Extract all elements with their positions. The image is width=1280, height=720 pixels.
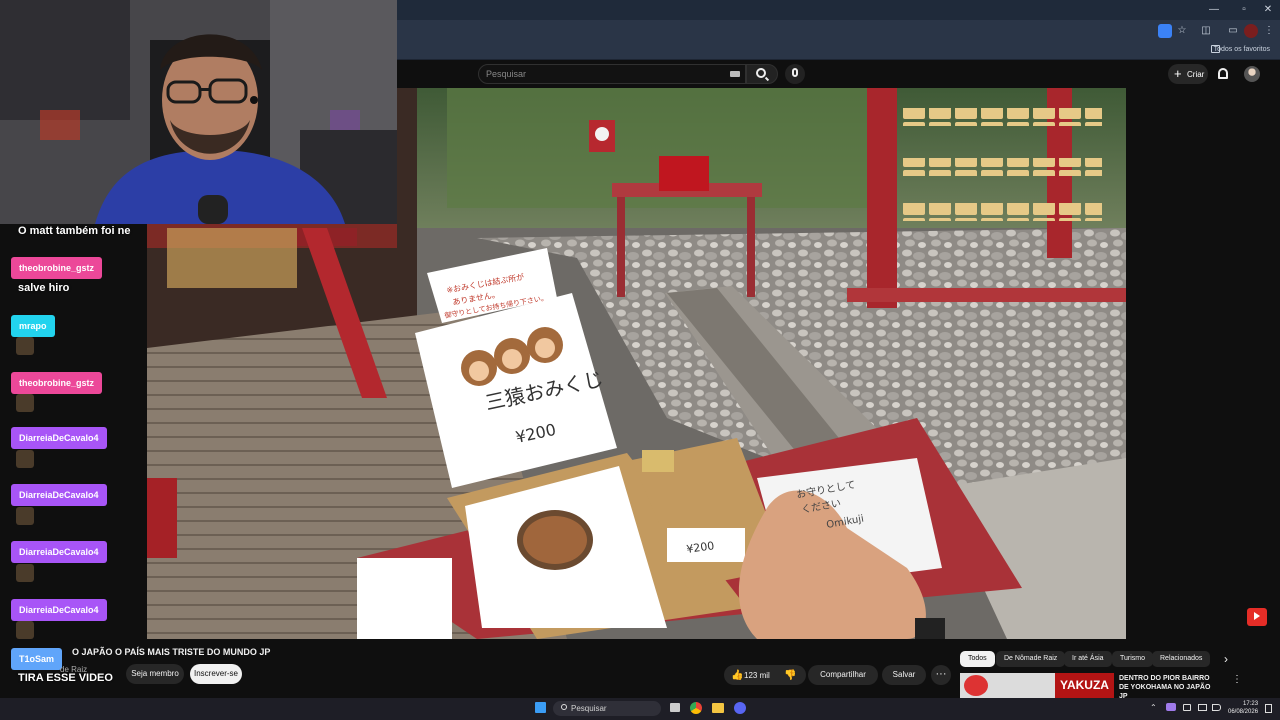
thumbnail-text: YAKUZA	[1055, 673, 1114, 698]
keyboard-icon[interactable]	[730, 71, 740, 77]
minimize-icon[interactable]: —	[1204, 3, 1224, 17]
tray-app2-icon[interactable]	[1183, 704, 1191, 711]
tray-app-icon[interactable]	[1166, 703, 1176, 711]
play-icon	[1254, 612, 1260, 620]
taskbar-search-placeholder: Pesquisar	[571, 704, 607, 713]
task-view-icon[interactable]	[670, 703, 680, 712]
kebab-menu-icon[interactable]: ⋮	[1232, 674, 1242, 685]
avatar[interactable]	[1244, 66, 1260, 82]
video-title: O JAPÃO O PAÍS MAIS TRISTE DO MUNDO JP	[72, 647, 271, 657]
tray-chevron-icon[interactable]: ⌃	[1150, 703, 1157, 712]
profile-icon[interactable]	[1244, 24, 1258, 38]
all-bookmarks-link[interactable]: Todos os favoritos	[1214, 46, 1270, 53]
clock-date: 06/08/2026	[1228, 709, 1259, 715]
chat-emote	[16, 507, 34, 525]
taskbar-clock[interactable]: 17:23 06/08/2026	[1228, 700, 1258, 716]
subscribe-button[interactable]: Inscrever-se	[190, 664, 242, 684]
chat-emote	[16, 621, 34, 639]
chat-emote	[16, 564, 34, 582]
chevron-right-icon[interactable]: ›	[1224, 652, 1228, 666]
chat-username-badge[interactable]: DiarreiaDeCavalo4	[11, 427, 107, 449]
star-icon[interactable]: ☆	[1175, 24, 1189, 38]
create-label: Criar	[1187, 70, 1205, 79]
recommendation-title[interactable]: DENTRO DO PIOR BAIRRO DE YOKOHAMA NO JAP…	[1119, 674, 1219, 701]
chip-5[interactable]: Relacionados	[1152, 651, 1211, 667]
save-button[interactable]: Salvar	[882, 665, 926, 685]
clock-time: 17:23	[1243, 701, 1259, 707]
menu-icon[interactable]: ⋮	[1262, 24, 1276, 38]
right-dark-panel	[1126, 88, 1280, 639]
taskbar-search-icon	[561, 704, 567, 710]
chip-3[interactable]: Ir até Ásia	[1064, 651, 1112, 667]
channel-name[interactable]: de Raiz	[60, 665, 87, 674]
join-button[interactable]: Seja membro	[126, 664, 184, 684]
chip-1[interactable]: Todos	[960, 651, 995, 667]
search-placeholder: Pesquisar	[486, 69, 527, 79]
discord-icon[interactable]	[734, 702, 746, 714]
search-icon	[756, 68, 766, 78]
wifi-icon[interactable]	[1198, 704, 1207, 711]
volume-icon[interactable]	[1212, 704, 1221, 711]
translate-icon[interactable]	[1158, 24, 1172, 38]
close-icon[interactable]: ✕	[1258, 3, 1278, 17]
more-actions-button[interactable]: ···	[931, 665, 951, 685]
chat-emote	[16, 450, 34, 468]
chat-message: O matt também foi ne	[18, 225, 131, 237]
chat-username-badge[interactable]: mrapo	[11, 315, 55, 337]
chat-username-badge[interactable]: DiarreiaDeCavalo4	[11, 599, 107, 621]
taskbar-search-input[interactable]	[553, 701, 661, 716]
extensions-icon[interactable]: ◫	[1199, 24, 1213, 38]
windows-start-icon[interactable]	[535, 702, 546, 713]
notification-center-icon[interactable]	[1265, 704, 1272, 713]
file-explorer-icon[interactable]	[712, 703, 724, 713]
mic-icon	[792, 68, 798, 77]
maximize-icon[interactable]: ▫	[1234, 3, 1254, 17]
chat-username-badge[interactable]: DiarreiaDeCavalo4	[11, 484, 107, 506]
chip-4[interactable]: Turismo	[1112, 651, 1154, 667]
chrome-icon[interactable]	[690, 702, 702, 714]
like-count[interactable]: 123 mil	[744, 671, 770, 680]
plus-icon: +	[1174, 66, 1182, 81]
chat-username-badge[interactable]: theobrobine_gstz	[11, 257, 103, 279]
webcam-frame	[0, 0, 397, 224]
chat-emote	[16, 394, 34, 412]
thumbs-down-icon[interactable]: 👎	[784, 670, 796, 681]
chat-emote	[16, 337, 34, 355]
chip-2[interactable]: De Nômade Raiz	[996, 651, 1066, 667]
thumbs-up-icon[interactable]: 👍	[731, 670, 743, 681]
cast-icon[interactable]: ▭	[1226, 24, 1240, 38]
recommendation-thumbnail[interactable]: YAKUZA	[960, 673, 1114, 698]
share-button[interactable]: Compartilhar	[808, 665, 878, 685]
chat-message: salve hiro	[18, 282, 70, 294]
webcam-overlay	[0, 0, 397, 224]
notifications-bell-icon[interactable]	[1218, 68, 1228, 79]
chat-username-badge[interactable]: T1oSam	[11, 648, 63, 670]
chat-username-badge[interactable]: DiarreiaDeCavalo4	[11, 541, 107, 563]
chat-username-badge[interactable]: theobrobine_gstz	[11, 372, 103, 394]
